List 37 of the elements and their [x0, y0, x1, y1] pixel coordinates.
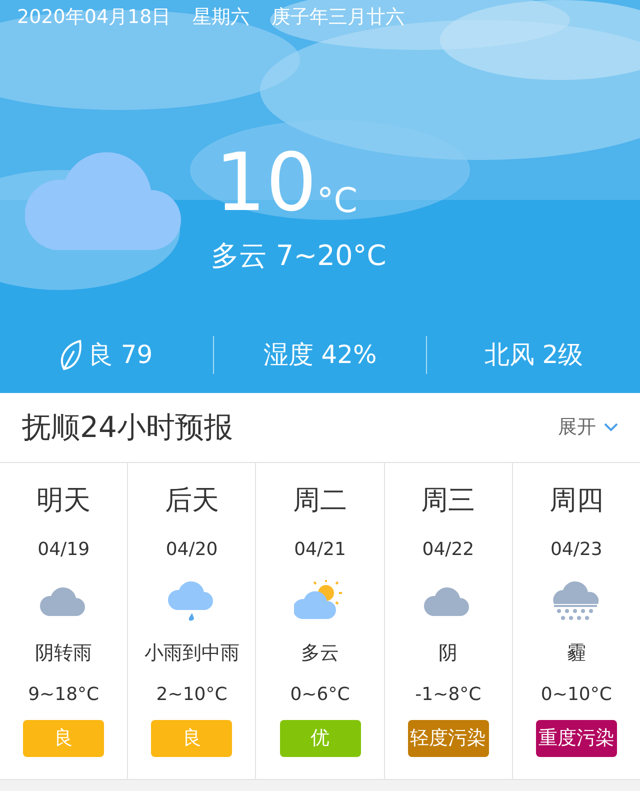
weather-summary: 多云 7~20°C [211, 238, 386, 274]
date-text: 星期六 [192, 5, 250, 30]
day-label: 周四 [549, 484, 604, 518]
weather-description: 阴转雨 [35, 640, 92, 666]
weather-description: 霾 [566, 640, 586, 666]
date-label: 04/19 [38, 538, 90, 562]
date-label: 04/20 [166, 538, 218, 562]
air-quality-badge: 重度污染 [536, 720, 617, 757]
unit-text: °C [316, 180, 358, 220]
temperature-text: 10 [215, 142, 317, 222]
weather-description: 多云 [301, 640, 339, 666]
date-text: 庚子年三月廿六 [272, 5, 405, 30]
temperature-range: 0~6°C [290, 683, 350, 707]
chevron-down-icon [604, 423, 618, 432]
air-quality-badge: 良 [151, 720, 232, 757]
temperature-range: -1~8°C [415, 683, 482, 707]
date-label: 04/23 [550, 538, 602, 562]
weather-description: 阴 [438, 640, 458, 666]
air-quality-badge: 轻度污染 [408, 720, 489, 757]
stat-text: 湿度 42% [263, 339, 377, 372]
temperature-range: 2~10°C [156, 683, 228, 707]
date-text: 2020年04月18日 [17, 5, 171, 30]
temperature-range: 9~18°C [28, 683, 100, 707]
air-quality-badge: 良 [23, 720, 104, 757]
air-quality-badge: 优 [280, 720, 360, 757]
day-label: 后天 [164, 484, 219, 518]
expand-button[interactable]: 展开 [558, 413, 618, 442]
weather-description: 小雨到中雨 [144, 640, 240, 666]
forecast-title: 抚顺24小时预报 [22, 408, 233, 446]
stat-text: 良 79 [88, 339, 153, 372]
day-label: 周三 [421, 484, 476, 518]
date-label: 04/21 [294, 538, 346, 562]
temperature-range: 0~10°C [540, 683, 612, 707]
day-label: 明天 [36, 484, 91, 518]
date-label: 04/22 [422, 538, 474, 562]
day-label: 周二 [293, 484, 347, 518]
stat-text: 北风 2级 [484, 339, 584, 372]
